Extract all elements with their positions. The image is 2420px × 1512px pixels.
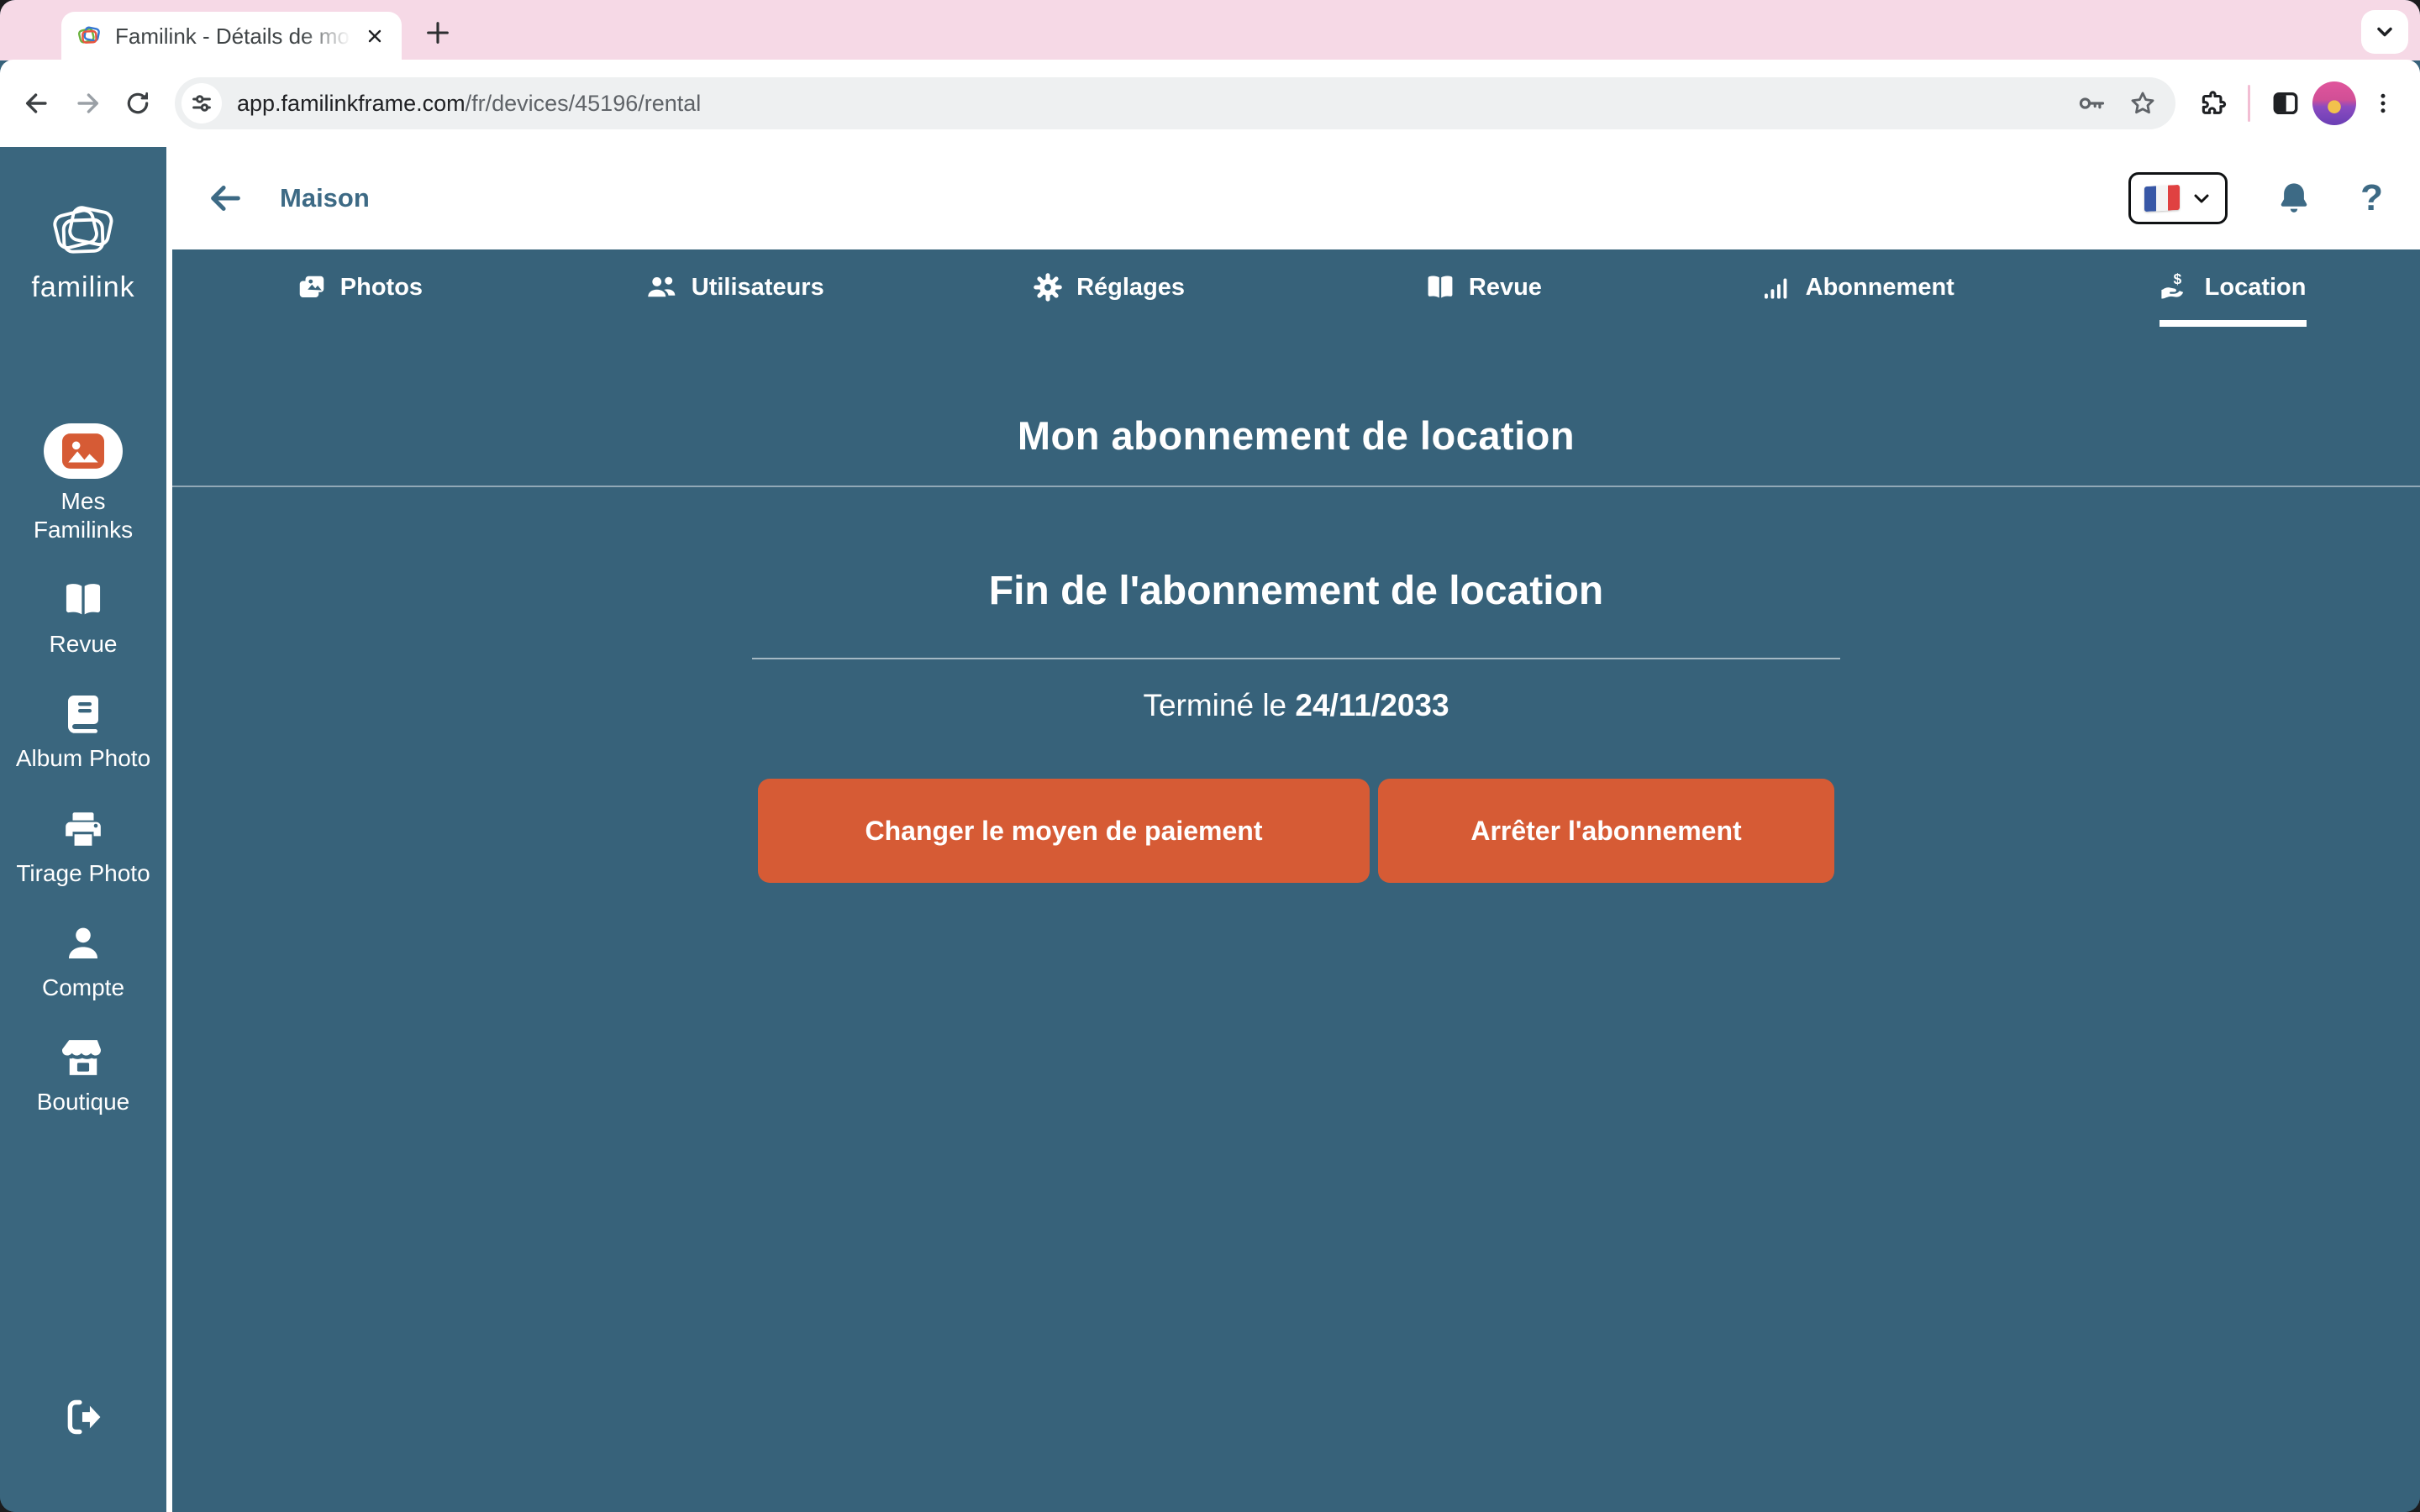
sidebar-item-tirage-photo[interactable]: Tirage Photo [12,807,155,888]
logo-text: familink [31,271,134,304]
sidebar-item-compte[interactable]: Compte [12,921,155,1002]
password-key-icon[interactable] [2076,88,2107,118]
signal-bars-icon [1762,272,1792,302]
sign-out-icon[interactable] [61,1396,105,1438]
forward-button[interactable] [64,80,111,127]
sidebar-item-boutique[interactable]: Boutique [12,1036,155,1116]
browser-tabstrip: Familink - Détails de mon Fam [0,0,2420,60]
device-name: Maison [280,183,370,213]
new-tab-button[interactable] [415,10,460,55]
bell-icon[interactable] [2275,179,2313,218]
book-open-icon [1425,273,1455,302]
tab-photos[interactable]: Photos [172,271,547,327]
sidebar-item-album-photo[interactable]: Album Photo [12,692,155,773]
hand-dollar-icon: $ [2160,271,2191,303]
svg-text:$: $ [2173,271,2181,287]
tab-label: Location [2205,274,2307,302]
side-panel-icon[interactable] [2262,80,2309,127]
chevron-down-icon [2191,188,2212,208]
toolbar-divider [2248,85,2250,122]
section-title: Fin de l'abonnement de location [172,568,2420,614]
browser-toolbar: app.familinkframe.com/fr/devices/45196/r… [0,60,2420,147]
sidebar-item-label: Boutique [37,1088,130,1116]
tab-reglages[interactable]: Réglages [922,271,1297,327]
profile-avatar[interactable] [2312,81,2356,125]
store-icon [62,1036,104,1079]
tab-abonnement[interactable]: Abonnement [1670,271,2045,327]
page-title: Mon abonnement de location [172,412,2420,459]
stop-subscription-button[interactable]: Arrêter l'abonnement [1378,779,1834,883]
sidebar: familink Mes Familinks Revue Album Photo [0,147,166,1512]
tab-utilisateurs[interactable]: Utilisateurs [547,271,922,327]
photos-icon [297,272,327,302]
language-selector[interactable] [2128,172,2228,224]
active-item-pill [44,423,123,479]
sidebar-item-mes-familinks[interactable]: Mes Familinks [12,423,155,544]
device-header: Maison ? [172,147,2420,249]
tab-label: Revue [1469,274,1542,302]
title-divider [172,486,2420,487]
url-bar[interactable]: app.familinkframe.com/fr/devices/45196/r… [175,77,2175,129]
tab-location[interactable]: $ Location [2045,271,2420,327]
tab-revue[interactable]: Revue [1297,271,1671,327]
french-flag-icon [2144,185,2180,212]
main-panel: Maison ? [172,147,2420,1512]
sidebar-item-label: Mes Familinks [12,487,155,544]
gear-icon [1033,272,1063,302]
tab-search-button[interactable] [2361,10,2408,54]
sidebar-item-revue[interactable]: Revue [12,578,155,659]
back-arrow-icon[interactable] [206,179,245,218]
site-info-icon[interactable] [182,83,222,123]
bookmark-star-icon[interactable] [2128,89,2157,118]
sidebar-item-label: Compte [42,974,124,1002]
subscription-end-date: Terminé le 24/11/2033 [172,688,2420,723]
tab-title: Familink - Détails de mon Fam [115,24,360,50]
book-open-icon [61,578,105,622]
back-button[interactable] [13,80,60,127]
action-buttons: Changer le moyen de paiement Arrêter l'a… [172,779,2420,883]
rental-content: Photos Utilisateurs [172,249,2420,1512]
section-divider [752,658,1840,659]
url-text: app.familinkframe.com/fr/devices/45196/r… [237,91,2076,117]
familink-logo: familink [31,201,134,304]
tab-label: Utilisateurs [692,274,824,302]
tab-close-icon[interactable] [360,21,390,51]
sidebar-item-label: Tirage Photo [16,859,150,888]
url-host: app.familinkframe.com [237,91,466,116]
familink-favicon [76,24,102,49]
sidebar-item-label: Revue [50,630,118,659]
tab-label: Abonnement [1806,274,1954,302]
app-area: familink Mes Familinks Revue Album Photo [0,147,2420,1512]
album-icon [64,692,103,736]
sidebar-divider [166,147,172,1512]
end-date-value: 24/11/2033 [1295,688,1449,722]
browser-window: Familink - Détails de mon Fam [0,0,2420,1512]
help-icon[interactable]: ? [2360,180,2383,217]
chrome-menu-icon[interactable] [2360,80,2407,127]
url-path: /fr/devices/45196/rental [466,91,702,116]
image-icon [62,433,104,469]
tab-title-fade [301,24,360,50]
users-icon [644,272,678,302]
reload-button[interactable] [114,80,161,127]
extensions-icon[interactable] [2189,80,2236,127]
printer-icon [62,807,104,851]
change-payment-button[interactable]: Changer le moyen de paiement [758,779,1370,883]
tab-label: Réglages [1076,274,1185,302]
user-icon [63,921,103,965]
sidebar-item-label: Album Photo [16,744,150,773]
browser-tab[interactable]: Familink - Détails de mon Fam [61,12,402,60]
tab-label: Photos [340,274,423,302]
device-tabs: Photos Utilisateurs [172,249,2420,327]
